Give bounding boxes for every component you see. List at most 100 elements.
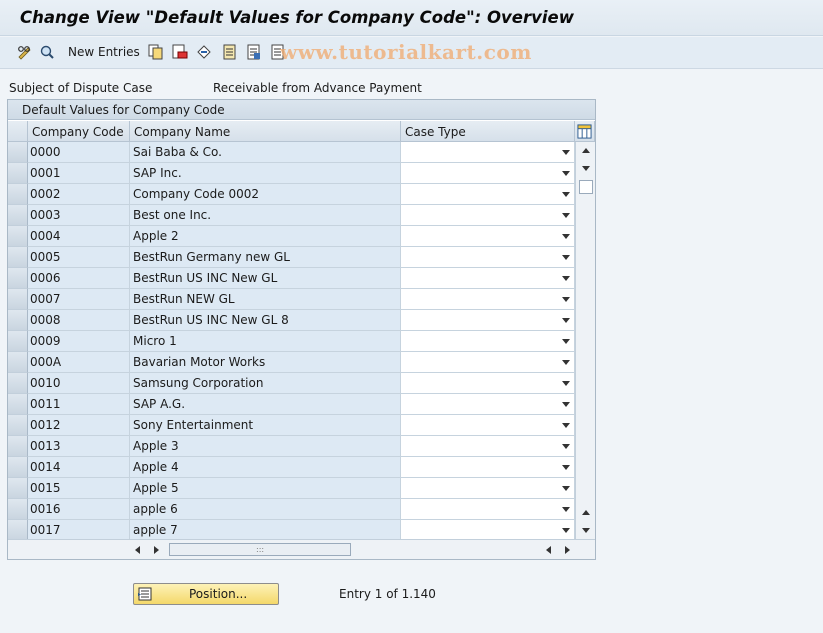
subject-value: Receivable from Advance Payment [213, 81, 422, 95]
scroll-left-end-icon[interactable] [546, 546, 551, 554]
row-selector[interactable] [8, 436, 28, 457]
row-selector[interactable] [8, 289, 28, 310]
position-button[interactable]: Position... [133, 583, 279, 605]
row-selector[interactable] [8, 184, 28, 205]
case-type-dropdown[interactable] [401, 373, 575, 394]
page-title: Change View "Default Values for Company … [20, 8, 574, 27]
company-code-cell: 000A [28, 352, 130, 373]
row-selector[interactable] [8, 394, 28, 415]
company-name-cell: Company Code 0002 [130, 184, 401, 205]
company-name-cell: Bavarian Motor Works [130, 352, 401, 373]
table-settings-icon[interactable] [575, 121, 595, 142]
case-type-dropdown[interactable] [401, 184, 575, 205]
select-all-rows-button[interactable] [8, 121, 28, 142]
row-selector[interactable] [8, 520, 28, 541]
row-selector[interactable] [8, 352, 28, 373]
scroll-up-icon[interactable] [582, 148, 590, 153]
table-row: 0005 BestRun Germany new GL [8, 247, 575, 268]
scroll-down-icon[interactable] [582, 166, 590, 171]
row-selector[interactable] [8, 142, 28, 163]
horizontal-scrollbar[interactable]: ::: [8, 539, 595, 559]
dropdown-arrow-icon[interactable] [562, 171, 570, 176]
scroll-right-icon[interactable] [154, 546, 159, 554]
dropdown-arrow-icon[interactable] [562, 402, 570, 407]
dropdown-arrow-icon[interactable] [562, 486, 570, 491]
new-entries-button[interactable]: New Entries [68, 45, 140, 59]
vertical-scroll-thumb[interactable] [579, 180, 593, 194]
dropdown-arrow-icon[interactable] [562, 192, 570, 197]
row-selector[interactable] [8, 163, 28, 184]
column-header-case-type[interactable]: Case Type [401, 121, 575, 142]
dropdown-arrow-icon[interactable] [562, 444, 570, 449]
dropdown-arrow-icon[interactable] [562, 339, 570, 344]
toggle-display-icon[interactable] [38, 43, 56, 61]
row-selector[interactable] [8, 310, 28, 331]
horizontal-scroll-thumb[interactable]: ::: [169, 543, 351, 556]
select-all-icon[interactable] [221, 43, 239, 61]
column-header-company-name[interactable]: Company Name [130, 121, 401, 142]
dropdown-arrow-icon[interactable] [562, 528, 570, 533]
case-type-dropdown[interactable] [401, 478, 575, 499]
edit-glasses-icon[interactable] [16, 43, 34, 61]
position-button-label: Position... [189, 587, 248, 601]
dropdown-arrow-icon[interactable] [562, 150, 570, 155]
case-type-dropdown[interactable] [401, 142, 575, 163]
table-row: 0007 BestRun NEW GL [8, 289, 575, 310]
page-down-icon[interactable] [582, 528, 590, 533]
row-selector[interactable] [8, 373, 28, 394]
row-selector[interactable] [8, 268, 28, 289]
row-selector[interactable] [8, 247, 28, 268]
dropdown-arrow-icon[interactable] [562, 318, 570, 323]
dropdown-arrow-icon[interactable] [562, 234, 570, 239]
case-type-dropdown[interactable] [401, 226, 575, 247]
case-type-dropdown[interactable] [401, 520, 575, 541]
scroll-left-icon[interactable] [135, 546, 140, 554]
dropdown-arrow-icon[interactable] [562, 381, 570, 386]
table-row: 0009 Micro 1 [8, 331, 575, 352]
dropdown-arrow-icon[interactable] [562, 423, 570, 428]
select-block-icon[interactable] [245, 43, 263, 61]
vertical-scrollbar[interactable] [575, 142, 595, 539]
case-type-dropdown[interactable] [401, 310, 575, 331]
dropdown-arrow-icon[interactable] [562, 465, 570, 470]
scroll-right-end-icon[interactable] [565, 546, 570, 554]
row-selector[interactable] [8, 499, 28, 520]
row-selector[interactable] [8, 478, 28, 499]
case-type-dropdown[interactable] [401, 436, 575, 457]
company-name-cell: BestRun Germany new GL [130, 247, 401, 268]
case-type-dropdown[interactable] [401, 352, 575, 373]
row-selector[interactable] [8, 415, 28, 436]
undo-icon[interactable] [195, 43, 213, 61]
row-selector[interactable] [8, 205, 28, 226]
case-type-dropdown[interactable] [401, 163, 575, 184]
page-up-icon[interactable] [582, 510, 590, 515]
row-selector[interactable] [8, 331, 28, 352]
case-type-dropdown[interactable] [401, 247, 575, 268]
dropdown-arrow-icon[interactable] [562, 276, 570, 281]
case-type-dropdown[interactable] [401, 205, 575, 226]
case-type-dropdown[interactable] [401, 394, 575, 415]
case-type-dropdown[interactable] [401, 289, 575, 310]
case-type-dropdown[interactable] [401, 415, 575, 436]
company-code-cell: 0008 [28, 310, 130, 331]
company-name-cell: apple 6 [130, 499, 401, 520]
dropdown-arrow-icon[interactable] [562, 255, 570, 260]
company-name-cell: Apple 3 [130, 436, 401, 457]
dropdown-arrow-icon[interactable] [562, 507, 570, 512]
row-selector[interactable] [8, 457, 28, 478]
case-type-dropdown[interactable] [401, 268, 575, 289]
delete-icon[interactable] [171, 43, 189, 61]
case-type-dropdown[interactable] [401, 457, 575, 478]
case-type-dropdown[interactable] [401, 499, 575, 520]
column-header-company-code[interactable]: Company Code [28, 121, 130, 142]
company-name-cell: Micro 1 [130, 331, 401, 352]
table-row: 0014 Apple 4 [8, 457, 575, 478]
row-selector[interactable] [8, 226, 28, 247]
case-type-dropdown[interactable] [401, 331, 575, 352]
copy-icon[interactable] [147, 43, 165, 61]
table-row: 0002 Company Code 0002 [8, 184, 575, 205]
dropdown-arrow-icon[interactable] [562, 297, 570, 302]
dropdown-arrow-icon[interactable] [562, 213, 570, 218]
table-row: 000A Bavarian Motor Works [8, 352, 575, 373]
dropdown-arrow-icon[interactable] [562, 360, 570, 365]
